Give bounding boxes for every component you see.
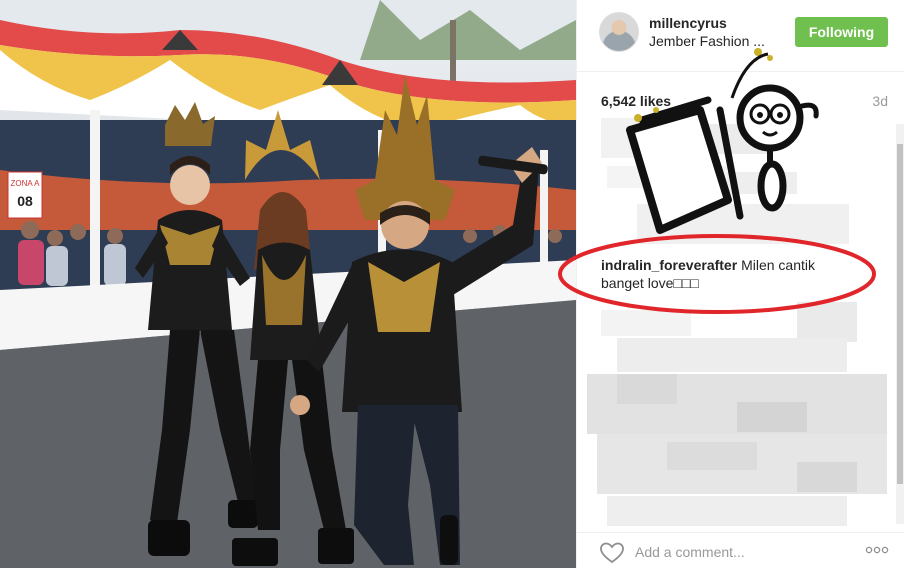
zone-sign: ZONA A 08 — [7, 171, 43, 219]
scrollbar-thumb[interactable] — [897, 144, 903, 484]
doodle-sticker-icon — [626, 48, 819, 234]
sign-label: ZONA A — [11, 179, 41, 188]
sign-number: 08 — [17, 193, 33, 209]
heart-icon[interactable] — [599, 541, 625, 565]
add-comment-input[interactable] — [635, 541, 835, 563]
comments-scrollbar[interactable] — [896, 124, 904, 524]
post-time: 3d — [872, 93, 888, 109]
photo-illustration: ZONA A 08 — [0, 0, 576, 568]
username[interactable]: millencyrus — [649, 15, 727, 31]
highlight-circle — [558, 234, 876, 314]
more-options-icon[interactable] — [865, 545, 889, 555]
comment-bar — [577, 532, 904, 568]
post-photo[interactable]: ZONA A 08 — [0, 0, 576, 568]
